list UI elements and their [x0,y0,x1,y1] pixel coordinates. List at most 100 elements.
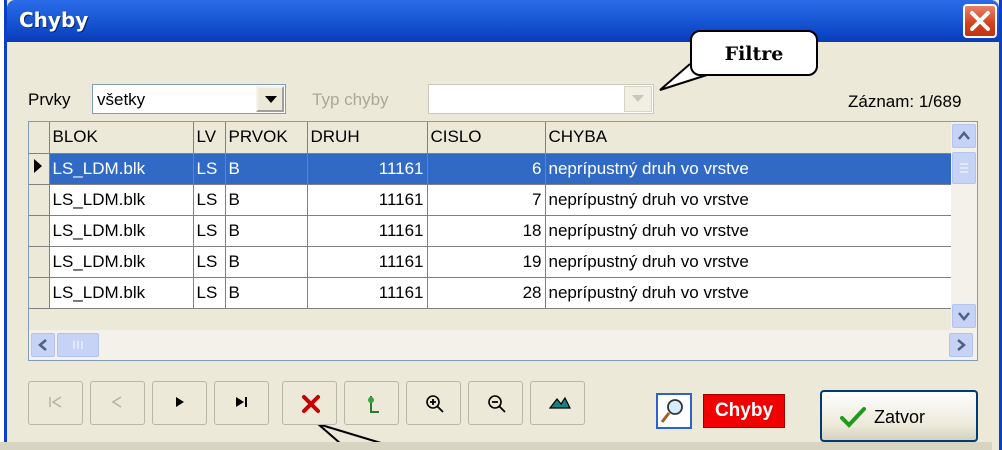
table-header-row: BLOK LV PRVOK DRUH CISLO CHYBA [29,122,954,154]
table-cell[interactable]: neprípustný druh vo vrstve [545,277,954,309]
table-cell[interactable]: LS [193,246,226,278]
table-cell[interactable]: LS [193,277,226,309]
table-cell[interactable]: B [225,277,308,309]
search-toggle-button[interactable] [656,393,692,429]
table-cell[interactable]: LS [193,215,226,247]
chevron-down-icon [958,312,970,321]
table-row[interactable]: LS_LDM.blk LS B 11161 7 neprípustný druh… [29,184,954,216]
typ-chyby-select[interactable] [428,84,654,114]
current-row-icon [34,159,42,173]
terrain-icon [549,396,571,409]
next-record-icon [176,397,184,407]
row-indicator [29,184,50,216]
first-record-button[interactable] [28,381,83,425]
table-cell[interactable]: LS [193,153,226,185]
locate-button[interactable] [344,381,399,425]
row-indicator [29,153,50,185]
table-cell[interactable]: LS_LDM.blk [49,215,194,247]
zatvor-button-label: Zatvor [874,407,926,427]
table-cell[interactable]: 11161 [307,184,428,216]
grip-icon [73,341,83,349]
column-header[interactable]: CISLO [427,122,546,154]
zoom-out-button[interactable] [468,381,523,425]
table-cell[interactable]: B [225,153,308,185]
table-cell[interactable]: 11161 [307,153,428,185]
table-cell[interactable]: 6 [427,153,546,185]
prvky-label: Prvky [28,90,71,109]
last-record-button[interactable] [214,381,269,425]
scroll-up-button[interactable] [952,124,976,148]
row-indicator [29,215,50,247]
filtre-callout-text: Filtre [724,43,784,65]
close-icon [970,11,990,31]
chevron-right-icon [957,339,966,351]
column-header[interactable]: PRVOK [225,122,308,154]
prvky-select[interactable]: všetky [92,84,286,114]
column-header[interactable]: LV [193,122,226,154]
header-indicator [29,122,50,154]
next-record-button[interactable] [152,381,207,425]
chyby-badge[interactable]: Chyby [703,394,785,428]
table-cell[interactable]: neprípustný druh vo vrstve [545,246,954,278]
table-row[interactable]: LS_LDM.blk LS B 11161 28 neprípustný dru… [29,277,954,309]
prvky-dropdown-button[interactable] [256,86,284,112]
horizontal-scroll-thumb[interactable] [57,333,99,357]
row-indicator [29,246,50,278]
delete-button[interactable] [282,381,337,425]
column-header[interactable]: BLOK [49,122,194,154]
terrain-button[interactable] [530,381,585,425]
table-cell[interactable]: B [225,184,308,216]
zoom-in-icon [426,395,444,413]
scroll-right-button[interactable] [949,333,973,357]
window-title: Chyby [19,8,89,32]
record-counter: Záznam: 1/689 [848,92,962,111]
table-cell[interactable]: neprípustný druh vo vrstve [545,184,954,216]
horizontal-scrollbar[interactable] [29,330,977,360]
table-cell[interactable]: B [225,246,308,278]
table-cell[interactable]: LS_LDM.blk [49,184,194,216]
table-cell[interactable]: LS [193,184,226,216]
zoom-in-button[interactable] [406,381,461,425]
errors-grid: BLOK LV PRVOK DRUH CISLO CHYBA LS_LDM.bl… [28,121,978,361]
table-row[interactable]: LS_LDM.blk LS B 11161 6 neprípustný druh… [29,153,954,185]
table-row[interactable]: LS_LDM.blk LS B 11161 18 neprípustný dru… [29,215,954,247]
prev-record-icon [111,396,122,408]
close-window-button[interactable] [963,4,997,38]
title-bar[interactable]: Chyby [7,0,999,42]
delete-icon [302,395,320,413]
vertical-scroll-thumb[interactable] [952,152,976,184]
table-cell[interactable]: 19 [427,246,546,278]
zoom-out-icon [488,395,506,413]
prev-record-button[interactable] [90,381,145,425]
table-cell[interactable]: 18 [427,215,546,247]
table-cell[interactable]: B [225,215,308,247]
table-cell[interactable]: LS_LDM.blk [49,277,194,309]
table-cell[interactable]: 7 [427,184,546,216]
table-row[interactable]: LS_LDM.blk LS B 11161 19 neprípustný dru… [29,246,954,278]
chevron-down-icon [265,96,277,103]
filtre-callout: Filtre [690,30,818,76]
table-cell[interactable]: 28 [427,277,546,309]
table-cell[interactable]: 11161 [307,215,428,247]
errors-table: BLOK LV PRVOK DRUH CISLO CHYBA LS_LDM.bl… [29,122,954,309]
scroll-down-button[interactable] [952,304,976,328]
table-cell[interactable]: LS_LDM.blk [49,153,194,185]
table-cell[interactable]: 11161 [307,277,428,309]
locate-icon [368,396,379,413]
typ-chyby-label: Typ chyby [312,90,389,109]
column-header[interactable]: DRUH [307,122,428,154]
table-cell[interactable]: neprípustný druh vo vrstve [545,215,954,247]
magnifier-icon [660,399,683,423]
table-cell[interactable]: 11161 [307,246,428,278]
chevron-up-icon [958,131,970,140]
column-header[interactable]: CHYBA [545,122,954,154]
zatvor-button[interactable]: Zatvor [820,390,978,442]
table-cell[interactable]: neprípustný druh vo vrstve [545,153,954,185]
grip-icon [960,163,968,173]
chevron-left-icon [38,339,47,351]
vertical-scrollbar[interactable] [951,122,977,330]
scroll-left-button[interactable] [31,333,55,357]
row-indicator [29,277,50,309]
table-cell[interactable]: LS_LDM.blk [49,246,194,278]
last-record-icon [236,397,247,407]
